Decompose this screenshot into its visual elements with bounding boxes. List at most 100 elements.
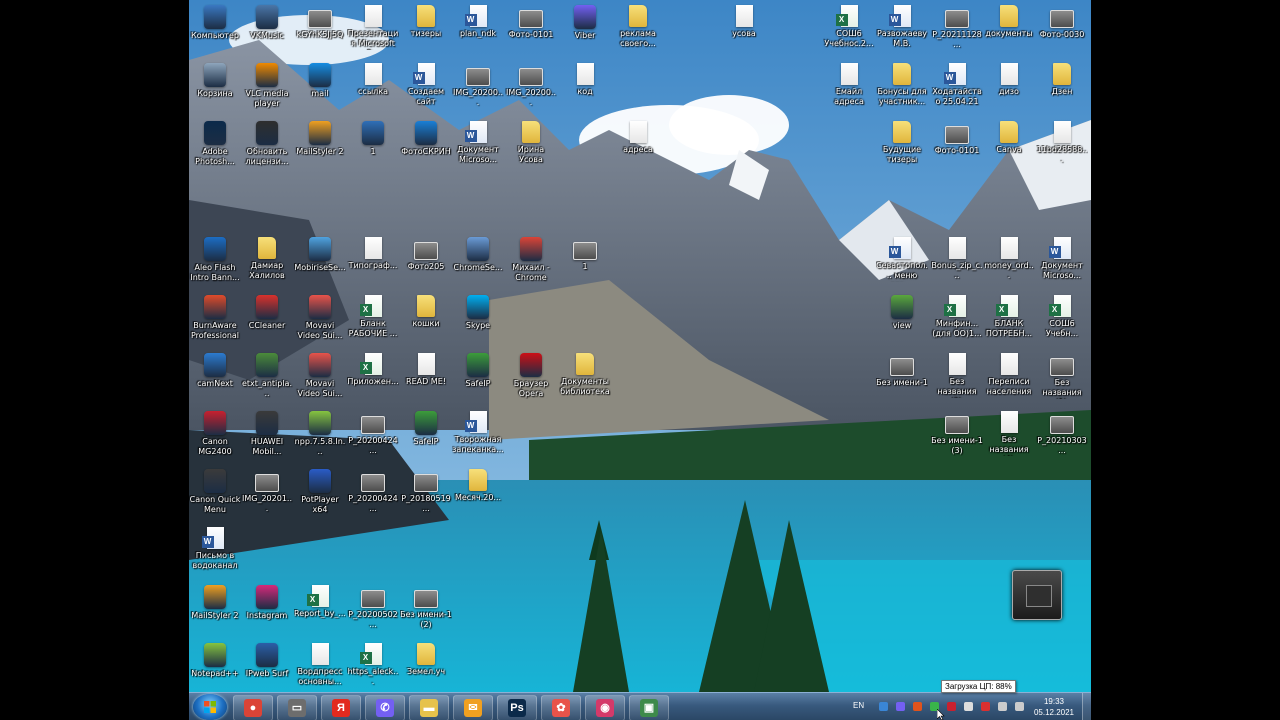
desktop-icon[interactable]: Презентация Microsoft P... <box>347 2 399 50</box>
desktop-icon[interactable]: Adobe Photosh... <box>189 118 241 167</box>
volume-icon[interactable] <box>964 702 973 711</box>
desktop-icon[interactable]: Ходатайство 25.04.21 н... <box>931 60 983 108</box>
desktop-icon[interactable]: 1 <box>559 234 611 272</box>
desktop-icon[interactable]: Земел.уч <box>400 640 452 677</box>
desktop-icon[interactable]: PotPlayer x64 <box>294 466 346 515</box>
desktop-icon[interactable]: Фото205 <box>400 234 452 272</box>
desktop-icon[interactable]: P_20211128... <box>931 2 983 50</box>
taskbar-button-movavi[interactable]: ✿ <box>541 695 581 720</box>
desktop-icon[interactable]: BurnAware Professional <box>189 292 241 341</box>
viber-icon[interactable] <box>896 702 905 711</box>
desktop-icon[interactable]: ссылка <box>347 60 399 97</box>
taskbar-button-screen-recorder[interactable]: ◉ <box>585 695 625 720</box>
desktop-icon[interactable]: Компьютер <box>189 2 241 41</box>
desktop-icon[interactable]: Будущие тизеры <box>876 118 928 165</box>
desktop-icon[interactable]: ChromeSe... <box>452 234 504 273</box>
desktop-icon[interactable]: дизо <box>983 60 1035 97</box>
desktop-icon[interactable]: kGYhK5Jj5Q <box>294 2 346 40</box>
network-icon[interactable] <box>879 702 888 711</box>
taskbar-button-game-app[interactable]: ▣ <box>629 695 669 720</box>
desktop-icon[interactable]: Переписи населения <box>983 350 1035 397</box>
desktop-icon[interactable]: Canon MG2400 se... <box>189 408 241 458</box>
desktop-icon[interactable]: СОШ6 Учебн... <box>1036 292 1088 339</box>
desktop-icon[interactable]: Бланк РАБОЧИЕ ... <box>347 292 399 339</box>
desktop-icon[interactable]: Movavi Video Sui... <box>294 292 346 341</box>
desktop-icon[interactable]: Без имени-1 (2) <box>400 582 452 630</box>
clock[interactable]: 19:33 05.12.2021 <box>1031 696 1077 718</box>
taskbar-button-folders[interactable]: ▬ <box>409 695 449 720</box>
recorder-icon[interactable] <box>947 702 956 711</box>
desktop-icon[interactable]: Типограф... <box>347 234 399 271</box>
desktop-icon[interactable]: plan_ndk <box>452 2 504 39</box>
desktop-icon[interactable]: Ирина Усова <box>505 118 557 165</box>
desktop-icon[interactable]: P_20180519... <box>400 466 452 514</box>
desktop-icon[interactable]: CCleaner <box>241 292 293 331</box>
desktop-icon[interactable]: IMG_20201... <box>241 466 293 514</box>
desktop-icon[interactable]: Севастопол... меню гла... <box>876 234 928 282</box>
language-indicator[interactable]: EN <box>853 701 864 710</box>
desktop-icon[interactable]: Создаем сайт <box>400 60 452 107</box>
desktop-icon[interactable]: Корзина <box>189 60 241 99</box>
desktop-icon[interactable]: 11bd28588... <box>1036 118 1088 165</box>
desktop-icon[interactable]: MailStyler 2 <box>189 582 241 621</box>
desktop-icon[interactable]: Фото-0101 <box>505 2 557 40</box>
desktop-icon[interactable]: Минфин... (для ОО)1... <box>931 292 983 339</box>
taskbar-button-file-explorer-window[interactable]: ▭ <box>277 695 317 720</box>
desktop-icon[interactable]: Canon Quick Menu <box>189 466 241 515</box>
desktop-icon[interactable]: Михаил - Chrome <box>505 234 557 283</box>
desktop-icon[interactable]: Емайл адреса <box>823 60 875 107</box>
power-icon[interactable] <box>1015 702 1024 711</box>
taskbar-button-chrome[interactable]: ● <box>233 695 273 720</box>
desktop-icon[interactable]: Фото-0101 <box>931 118 983 156</box>
desktop-icon[interactable]: P_20200424... <box>347 408 399 456</box>
taskbar-button-photoshop[interactable]: Ps <box>497 695 537 720</box>
desktop-icon[interactable]: MailStyler 2 <box>294 118 346 157</box>
desktop-icon[interactable]: Skype <box>452 292 504 331</box>
desktop-icon[interactable]: Развожаеву М.В. <box>876 2 928 49</box>
taskbar-button-viber[interactable]: ✆ <box>365 695 405 720</box>
desktop-icon[interactable]: Viber <box>559 2 611 41</box>
desktop-icon[interactable]: код <box>559 60 611 97</box>
desktop-icon[interactable]: Aleo Flash Intro Bann... <box>189 234 241 283</box>
desktop-icon[interactable]: Обновить лицензи... <box>241 118 293 167</box>
cpu-meter-gadget[interactable] <box>1012 570 1062 620</box>
alert-icon[interactable] <box>913 702 922 711</box>
desktop-icon[interactable]: Bonus_zip_c... <box>931 234 983 281</box>
desktop-icon[interactable]: SafeIP <box>400 408 452 447</box>
desktop-icon[interactable]: IMG_20200... <box>452 60 504 108</box>
desktop-icon[interactable]: реклама своего... <box>612 2 664 49</box>
desktop-icon[interactable]: Приложен... <box>347 350 399 387</box>
desktop-icon[interactable]: VKMusic <box>241 2 293 41</box>
desktop-icon[interactable]: Canva <box>983 118 1035 155</box>
desktop-icon[interactable]: Дамиар Халилов <box>241 234 293 281</box>
desktop-icon[interactable]: etxt_antipla... <box>241 350 293 399</box>
desktop-icon[interactable]: P_20200502... <box>347 582 399 630</box>
desktop-icon[interactable]: READ ME! <box>400 350 452 387</box>
desktop-icon[interactable]: БЛАНК ПОТРЕБН... <box>983 292 1035 339</box>
desktop-icon[interactable]: усова <box>718 2 770 39</box>
desktop-icon[interactable]: 1 <box>347 118 399 157</box>
desktop-icon[interactable]: Браузер Opera <box>505 350 557 399</box>
desktop-icon[interactable]: HUAWEI Mobil... <box>241 408 293 457</box>
desktop-icon[interactable]: P_20210303... <box>1036 408 1088 456</box>
desktop-icon[interactable]: IPweb Surf <box>241 640 293 679</box>
desktop-icon[interactable]: MobiriseSe... <box>294 234 346 273</box>
desktop-icon[interactable]: https_aleck... <box>347 640 399 687</box>
shield-icon[interactable] <box>981 702 990 711</box>
desktop-icon[interactable]: Бонусы для участник... <box>876 60 928 107</box>
desktop-icon[interactable]: ФотоСКРИН <box>400 118 452 157</box>
desktop-icon[interactable]: Творожная запеканка... <box>452 408 504 455</box>
desktop-icon[interactable]: Месяч.20... <box>452 466 504 503</box>
desktop-icon[interactable]: кошки <box>400 292 452 329</box>
desktop-icon[interactable]: документы <box>983 2 1035 39</box>
start-button[interactable] <box>193 694 227 720</box>
show-desktop-button[interactable] <box>1082 693 1091 720</box>
desktop-icon[interactable]: Movavi Video Sui... <box>294 350 346 399</box>
desktop-icon[interactable]: Без имени-1 <box>876 350 928 388</box>
desktop-icon[interactable]: Instagram <box>241 582 293 621</box>
desktop-icon[interactable]: money_ord... <box>983 234 1035 281</box>
desktop-icon[interactable]: Notepad++ <box>189 640 241 679</box>
desktop-icon[interactable]: Документы библиотека <box>559 350 611 397</box>
desktop-icon[interactable]: Report_by_... <box>294 582 346 619</box>
taskbar-button-mailstyler[interactable]: ✉ <box>453 695 493 720</box>
